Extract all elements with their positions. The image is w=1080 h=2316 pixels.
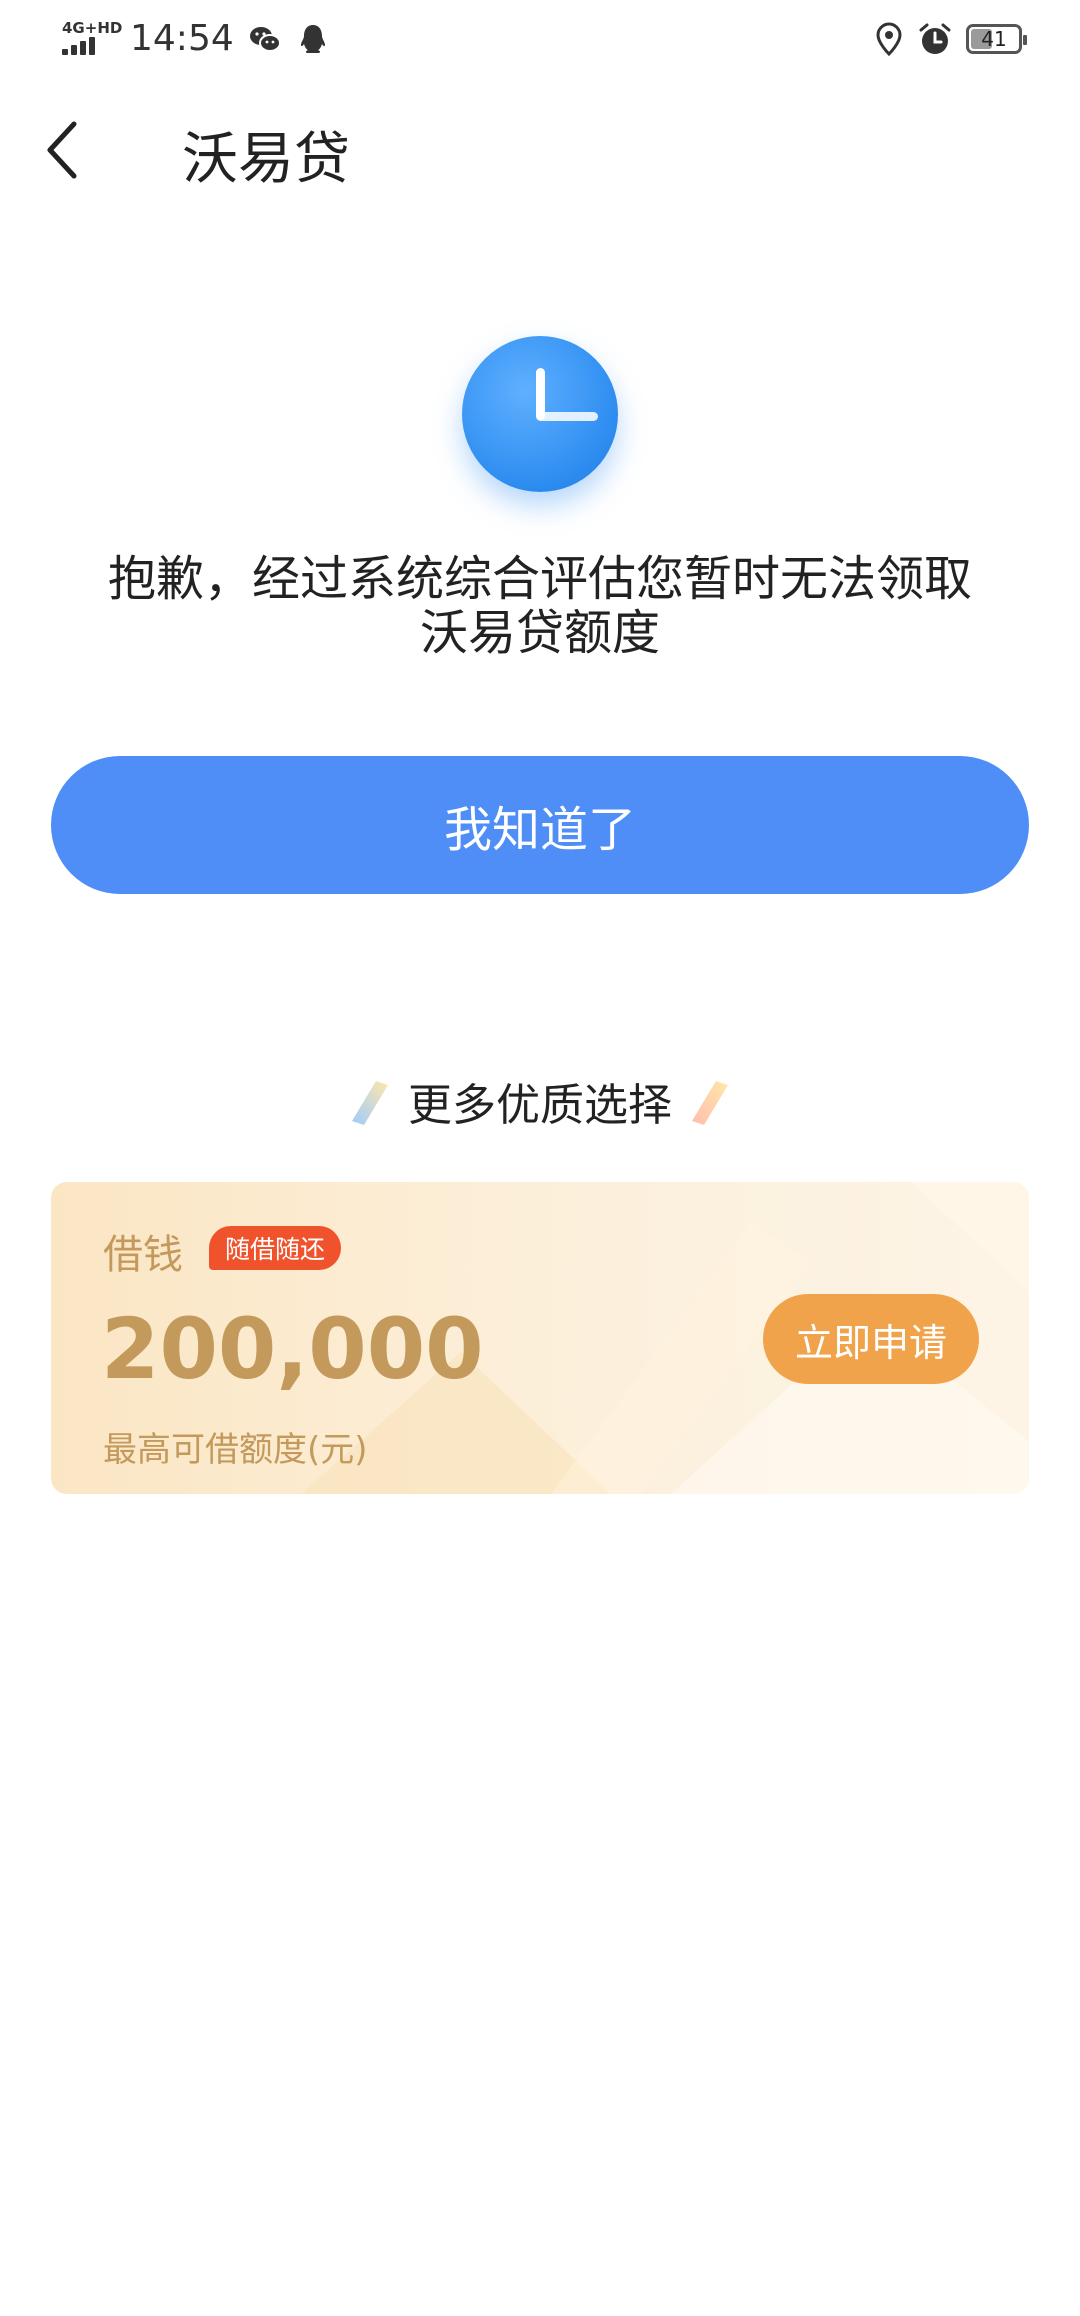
battery-icon: 41 <box>966 24 1027 54</box>
battery-level: 41 <box>981 27 1007 51</box>
loan-type-label: 借钱 <box>103 1232 183 1278</box>
nav-header: 沃易贷 <box>0 90 1080 210</box>
status-time: 14:54 <box>130 18 234 59</box>
confirm-button[interactable]: 我知道了 <box>51 756 1029 894</box>
decor-stroke-right-icon <box>692 1081 728 1125</box>
signal-icon: 4G+HD <box>62 18 123 59</box>
loan-amount: 200,000 <box>101 1300 484 1398</box>
status-right: 41 <box>874 22 1027 56</box>
qq-icon <box>300 24 325 53</box>
apply-button[interactable]: 立即申请 <box>763 1294 979 1384</box>
chevron-left-icon <box>47 121 77 179</box>
network-type: 4G+HD <box>62 18 123 37</box>
status-bar: 4G+HD 14:54 41 <box>0 0 1080 84</box>
more-options-heading: 更多优质选择 <box>0 1066 1080 1136</box>
loan-amount-label: 最高可借额度(元) <box>103 1430 368 1470</box>
clock-icon <box>462 336 618 492</box>
app-screen: 4G+HD 14:54 41 沃易贷 抱歉，经过系统综合评估您暂时无法领取沃易贷… <box>0 0 1080 2316</box>
wechat-icon <box>249 26 281 52</box>
decor-stroke-left-icon <box>352 1081 388 1125</box>
location-icon <box>876 22 902 56</box>
page-title: 沃易贷 <box>182 127 350 192</box>
more-options-title: 更多优质选择 <box>408 1080 672 1131</box>
loan-badge: 随借随还 <box>209 1226 342 1270</box>
status-left: 4G+HD 14:54 <box>62 18 330 59</box>
result-message: 抱歉，经过系统综合评估您暂时无法领取沃易贷额度 <box>107 551 972 661</box>
alarm-icon <box>919 23 951 54</box>
loan-card[interactable]: 借钱 随借随还 200,000 最高可借额度(元) 立即申请 <box>51 1182 1029 1494</box>
signal-bars <box>62 36 95 55</box>
back-button[interactable] <box>30 112 94 188</box>
